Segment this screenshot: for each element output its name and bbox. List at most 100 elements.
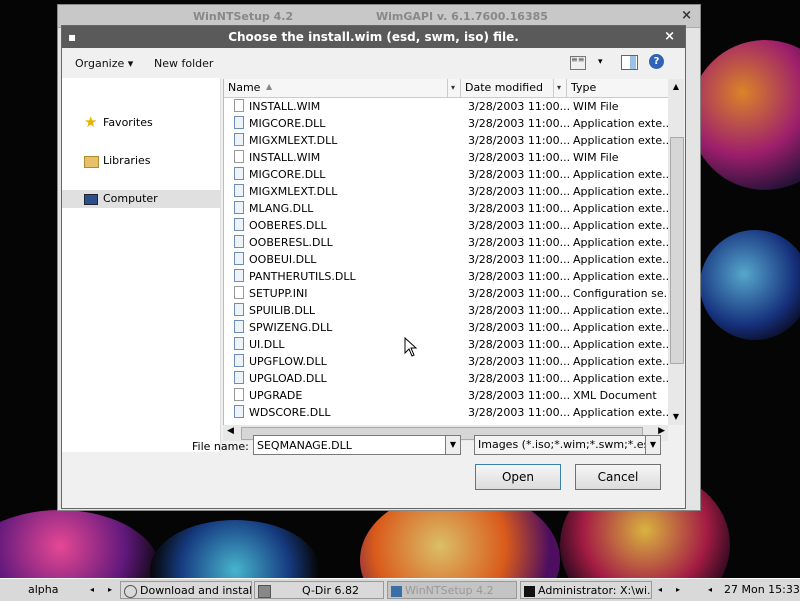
taskbar-alpha[interactable]: alpha bbox=[28, 581, 59, 599]
column-header-label: Type bbox=[571, 81, 597, 94]
dll-file-icon bbox=[234, 218, 244, 231]
nav-item-label: Computer bbox=[103, 192, 158, 205]
file-row[interactable]: SETUPP.INI 3/28/2003 11:00... Configuratio… bbox=[224, 285, 669, 302]
dialog-toolbar: Organize ▾ New folder ≡≡ ▾ ? bbox=[62, 49, 685, 77]
file-date: 3/28/2003 11:00... bbox=[468, 117, 571, 130]
scroll-down-icon[interactable]: ▼ bbox=[668, 409, 684, 425]
file-date: 3/28/2003 11:00... bbox=[468, 321, 571, 334]
file-type: Application exte... bbox=[573, 253, 669, 266]
file-row[interactable]: OOBERESL.DLL 3/28/2003 11:00... Applicatio… bbox=[224, 234, 669, 251]
chevron-down-icon: ▾ bbox=[127, 57, 134, 70]
dll-file-icon bbox=[234, 252, 244, 265]
file-type: Application exte... bbox=[573, 355, 669, 368]
scroll-left-icon[interactable]: ◀ bbox=[227, 426, 234, 436]
nav-item-label: Favorites bbox=[103, 116, 153, 129]
file-name: OOBEUI.DLL bbox=[249, 253, 317, 266]
file-date: 3/28/2003 11:00... bbox=[468, 406, 571, 419]
dialog-close-icon[interactable]: × bbox=[664, 29, 675, 44]
new-folder-button[interactable]: New folder bbox=[154, 57, 213, 70]
column-header-label: Date modified bbox=[465, 81, 543, 94]
nav-item-computer[interactable]: Computer bbox=[62, 190, 220, 208]
taskbar-scroll-left-icon[interactable]: ◂ bbox=[658, 581, 662, 599]
open-button[interactable]: Open bbox=[475, 464, 561, 490]
nav-item-favorites[interactable]: ★ Favorites bbox=[62, 114, 220, 132]
file-type: Application exte... bbox=[573, 202, 669, 215]
dialog-title: Choose the install.wim (esd, swm, iso) f… bbox=[228, 30, 519, 44]
file-date: 3/28/2003 11:00... bbox=[468, 219, 571, 232]
file-row[interactable]: MLANG.DLL 3/28/2003 11:00... Application e… bbox=[224, 200, 669, 217]
winntsetup-icon bbox=[391, 585, 402, 597]
taskbar-scroll-right-icon[interactable]: ▸ bbox=[108, 581, 112, 599]
taskbar-scroll-left-icon[interactable]: ◂ bbox=[90, 581, 94, 599]
column-header-name[interactable]: Name ▲ ▾ bbox=[224, 79, 461, 97]
file-row[interactable]: MIGCORE.DLL 3/28/2003 11:00... Application… bbox=[224, 115, 669, 132]
file-type: Application exte... bbox=[573, 372, 669, 385]
file-row[interactable]: OOBERES.DLL 3/28/2003 11:00... Application… bbox=[224, 217, 669, 234]
desktop-bubble bbox=[690, 40, 800, 190]
file-date: 3/28/2003 11:00... bbox=[468, 202, 571, 215]
file-row[interactable]: PANTHERUTILS.DLL 3/28/2003 11:00... Applic… bbox=[224, 268, 669, 285]
dll-file-icon bbox=[234, 201, 244, 214]
taskbar-item-cmd[interactable]: Administrator: X:\wi... bbox=[520, 581, 652, 599]
taskbar-item-qdir[interactable]: Q-Dir 6.82 bbox=[254, 581, 384, 599]
file-name: MIGCORE.DLL bbox=[249, 168, 326, 181]
outer-close-icon[interactable]: × bbox=[681, 8, 692, 23]
file-name-dropdown-icon[interactable]: ▼ bbox=[445, 435, 461, 455]
file-name: UPGRADE bbox=[249, 389, 303, 402]
file-icon bbox=[234, 150, 244, 163]
file-row[interactable]: SPUILIB.DLL 3/28/2003 11:00... Application… bbox=[224, 302, 669, 319]
column-header-date[interactable]: Date modified ▾ bbox=[461, 79, 567, 97]
taskbar-scroll-right-icon[interactable]: ▸ bbox=[676, 581, 680, 599]
file-row[interactable]: UPGFLOW.DLL 3/28/2003 11:00... Application… bbox=[224, 353, 669, 370]
scroll-thumb[interactable] bbox=[670, 137, 684, 364]
file-name: MLANG.DLL bbox=[249, 202, 314, 215]
file-name-input[interactable] bbox=[253, 435, 459, 455]
filter-dropdown-icon[interactable]: ▼ bbox=[645, 435, 661, 455]
organize-button[interactable]: Organize ▾ bbox=[75, 57, 133, 70]
file-row[interactable]: INSTALL.WIM 3/28/2003 11:00... WIM File bbox=[224, 149, 669, 166]
file-name: MIGXMLEXT.DLL bbox=[249, 134, 338, 147]
file-row[interactable]: UPGRADE 3/28/2003 11:00... XML Document bbox=[224, 387, 669, 404]
help-icon[interactable]: ? bbox=[649, 54, 664, 69]
view-options-icon[interactable]: ≡≡ bbox=[570, 56, 586, 70]
file-row[interactable]: MIGCORE.DLL 3/28/2003 11:00... Application… bbox=[224, 166, 669, 183]
file-type: WIM File bbox=[573, 151, 619, 164]
cancel-button[interactable]: Cancel bbox=[575, 464, 661, 490]
taskbar-item-winntsetup[interactable]: WinNTSetup 4.2 bbox=[387, 581, 517, 599]
file-row[interactable]: UI.DLL 3/28/2003 11:00... Application exte… bbox=[224, 336, 669, 353]
file-type: Application exte... bbox=[573, 185, 669, 198]
file-row[interactable]: SPWIZENG.DLL 3/28/2003 11:00... Applicatio… bbox=[224, 319, 669, 336]
navigation-pane: ★ Favorites Libraries Computer bbox=[62, 78, 221, 452]
tray-arrow-icon[interactable]: ◂ bbox=[708, 581, 712, 599]
column-header-type[interactable]: Type bbox=[567, 79, 669, 97]
desktop-bubble bbox=[150, 520, 320, 578]
taskbar-item-download[interactable]: Download and instal... bbox=[120, 581, 252, 599]
file-name: UI.DLL bbox=[249, 338, 285, 351]
column-filter-chevron-icon[interactable]: ▾ bbox=[447, 79, 458, 97]
file-row[interactable]: MIGXMLEXT.DLL 3/28/2003 11:00... Applicati… bbox=[224, 132, 669, 149]
file-type-filter[interactable]: Images (*.iso;*.wim;*.swm;*.esd) bbox=[474, 435, 660, 455]
vertical-scrollbar[interactable]: ▲ ▼ bbox=[668, 79, 684, 425]
computer-icon bbox=[84, 194, 98, 205]
taskbar-item-label: Q-Dir 6.82 bbox=[302, 584, 359, 597]
dll-file-icon bbox=[234, 235, 244, 248]
dll-file-icon bbox=[234, 405, 244, 418]
taskbar-clock[interactable]: 27 Mon 15:33 bbox=[724, 581, 800, 599]
scroll-up-icon[interactable]: ▲ bbox=[668, 79, 684, 95]
file-type: Application exte... bbox=[573, 134, 669, 147]
file-row[interactable]: WDSCORE.DLL 3/28/2003 11:00... Application… bbox=[224, 404, 669, 421]
dll-file-icon bbox=[234, 167, 244, 180]
nav-item-libraries[interactable]: Libraries bbox=[62, 152, 220, 170]
file-row[interactable]: OOBEUI.DLL 3/28/2003 11:00... Application … bbox=[224, 251, 669, 268]
preview-pane-icon[interactable] bbox=[621, 55, 638, 70]
file-type: Application exte... bbox=[573, 321, 669, 334]
file-row[interactable]: MIGXMLEXT.DLL 3/28/2003 11:00... Applicati… bbox=[224, 183, 669, 200]
column-filter-chevron-icon[interactable]: ▾ bbox=[553, 79, 564, 97]
file-row[interactable]: INSTALL.WIM 3/28/2003 11:00... WIM File bbox=[224, 98, 669, 115]
dll-file-icon bbox=[234, 269, 244, 282]
file-name: SPWIZENG.DLL bbox=[249, 321, 333, 334]
view-dropdown-icon[interactable]: ▾ bbox=[598, 57, 603, 67]
qdir-icon bbox=[258, 584, 271, 598]
file-row[interactable]: UPGLOAD.DLL 3/28/2003 11:00... Application… bbox=[224, 370, 669, 387]
file-date: 3/28/2003 11:00... bbox=[468, 338, 571, 351]
